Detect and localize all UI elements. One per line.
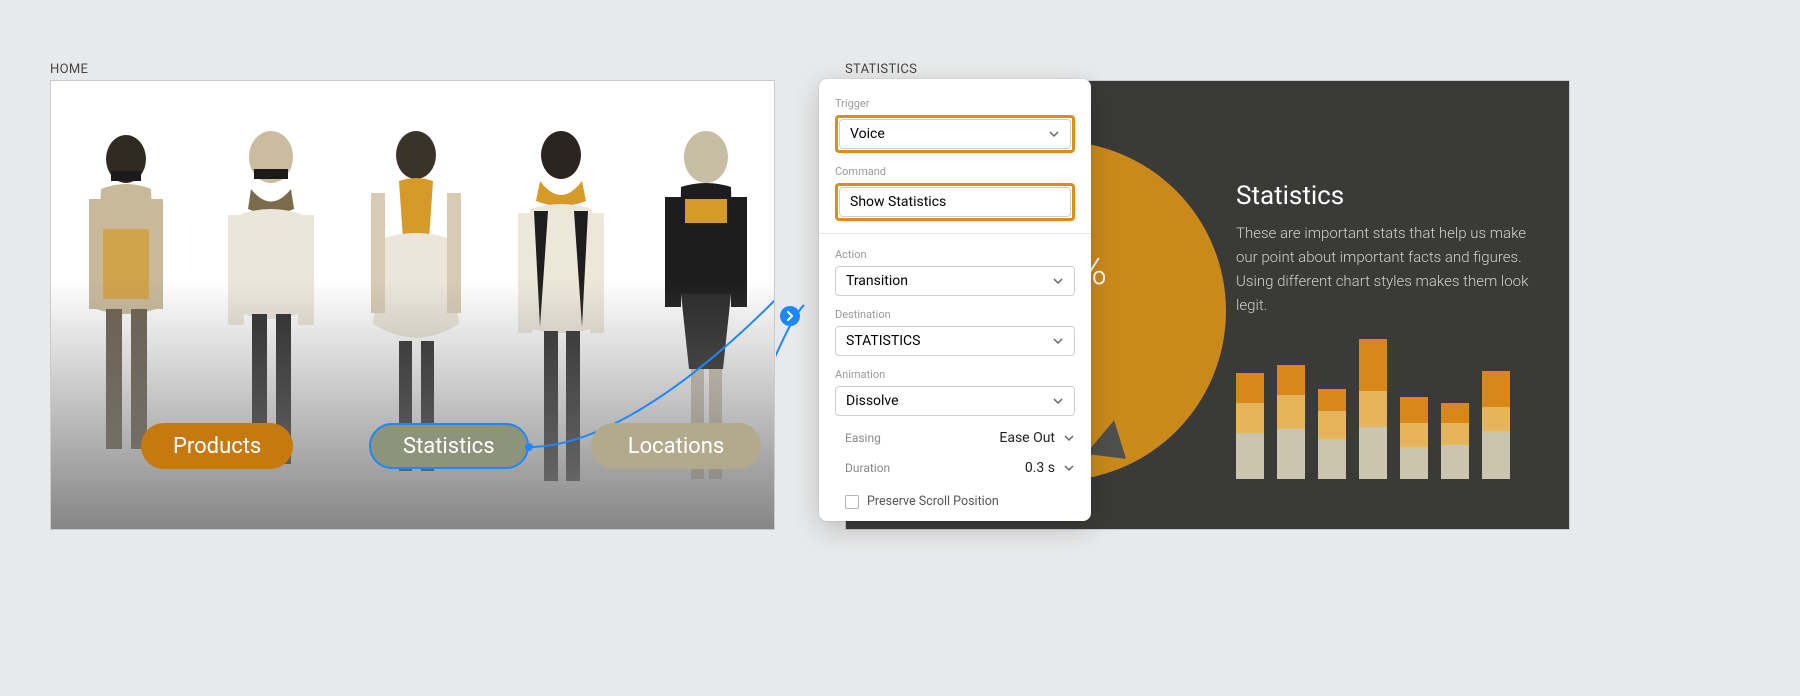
command-field-highlight: Show Statistics [835,183,1075,221]
preserve-scroll-checkbox[interactable]: Preserve Scroll Position [835,494,1075,509]
products-button[interactable]: Products [141,423,293,469]
preserve-scroll-label: Preserve Scroll Position [867,494,999,509]
command-value: Show Statistics [850,194,946,210]
command-input[interactable]: Show Statistics [839,187,1071,217]
action-select[interactable]: Transition [835,266,1075,296]
bar-column [1277,365,1305,479]
bar-column [1400,397,1428,479]
destination-label: Destination [835,308,1075,321]
action-label: Action [835,248,1075,261]
artboard-label-home: HOME [50,62,88,77]
trigger-value: Voice [850,126,885,142]
easing-label: Easing [835,431,999,445]
button-label: Statistics [403,434,495,459]
interaction-panel: Trigger Voice Command Show Statistics Ac… [819,79,1091,521]
chevron-down-icon [1052,335,1064,347]
artboard-label-statistics: STATISTICS [845,62,917,77]
duration-select[interactable]: 0.3 s [1025,460,1075,476]
trigger-label: Trigger [835,97,1075,110]
artboard-home-content: Products Statistics Locations [51,81,774,529]
chevron-down-icon [1063,432,1075,444]
artboard-home[interactable]: Products Statistics Locations [50,80,775,530]
duration-label: Duration [835,461,1025,475]
bar-column [1318,389,1346,479]
animation-label: Animation [835,368,1075,381]
bar-chart [1236,334,1510,479]
bar-column [1441,403,1469,479]
checkbox-icon [845,495,859,509]
easing-value: Ease Out [999,430,1055,446]
command-label: Command [835,165,1075,178]
button-label: Products [173,434,261,459]
bar-column [1359,339,1387,479]
connector-endpoint-icon [780,306,800,326]
locations-button[interactable]: Locations [591,423,761,469]
action-value: Transition [846,273,908,289]
easing-select[interactable]: Ease Out [999,430,1075,446]
chevron-down-icon [1063,462,1075,474]
duration-value: 0.3 s [1025,460,1055,476]
animation-value: Dissolve [846,393,899,409]
animation-select[interactable]: Dissolve [835,386,1075,416]
chevron-down-icon [1048,128,1060,140]
trigger-field-highlight: Voice [835,115,1075,153]
button-label: Locations [628,434,724,459]
bar-column [1482,371,1510,479]
destination-value: STATISTICS [846,333,920,349]
trigger-select[interactable]: Voice [839,119,1071,149]
destination-select[interactable]: STATISTICS [835,326,1075,356]
statistics-button[interactable]: Statistics [369,423,529,469]
gradient-overlay [51,279,774,529]
statistics-title: Statistics [1236,181,1344,211]
panel-divider [819,233,1091,234]
chevron-down-icon [1052,275,1064,287]
chevron-down-icon [1052,395,1064,407]
statistics-body: These are important stats that help us m… [1236,221,1529,317]
bar-column [1236,373,1264,479]
